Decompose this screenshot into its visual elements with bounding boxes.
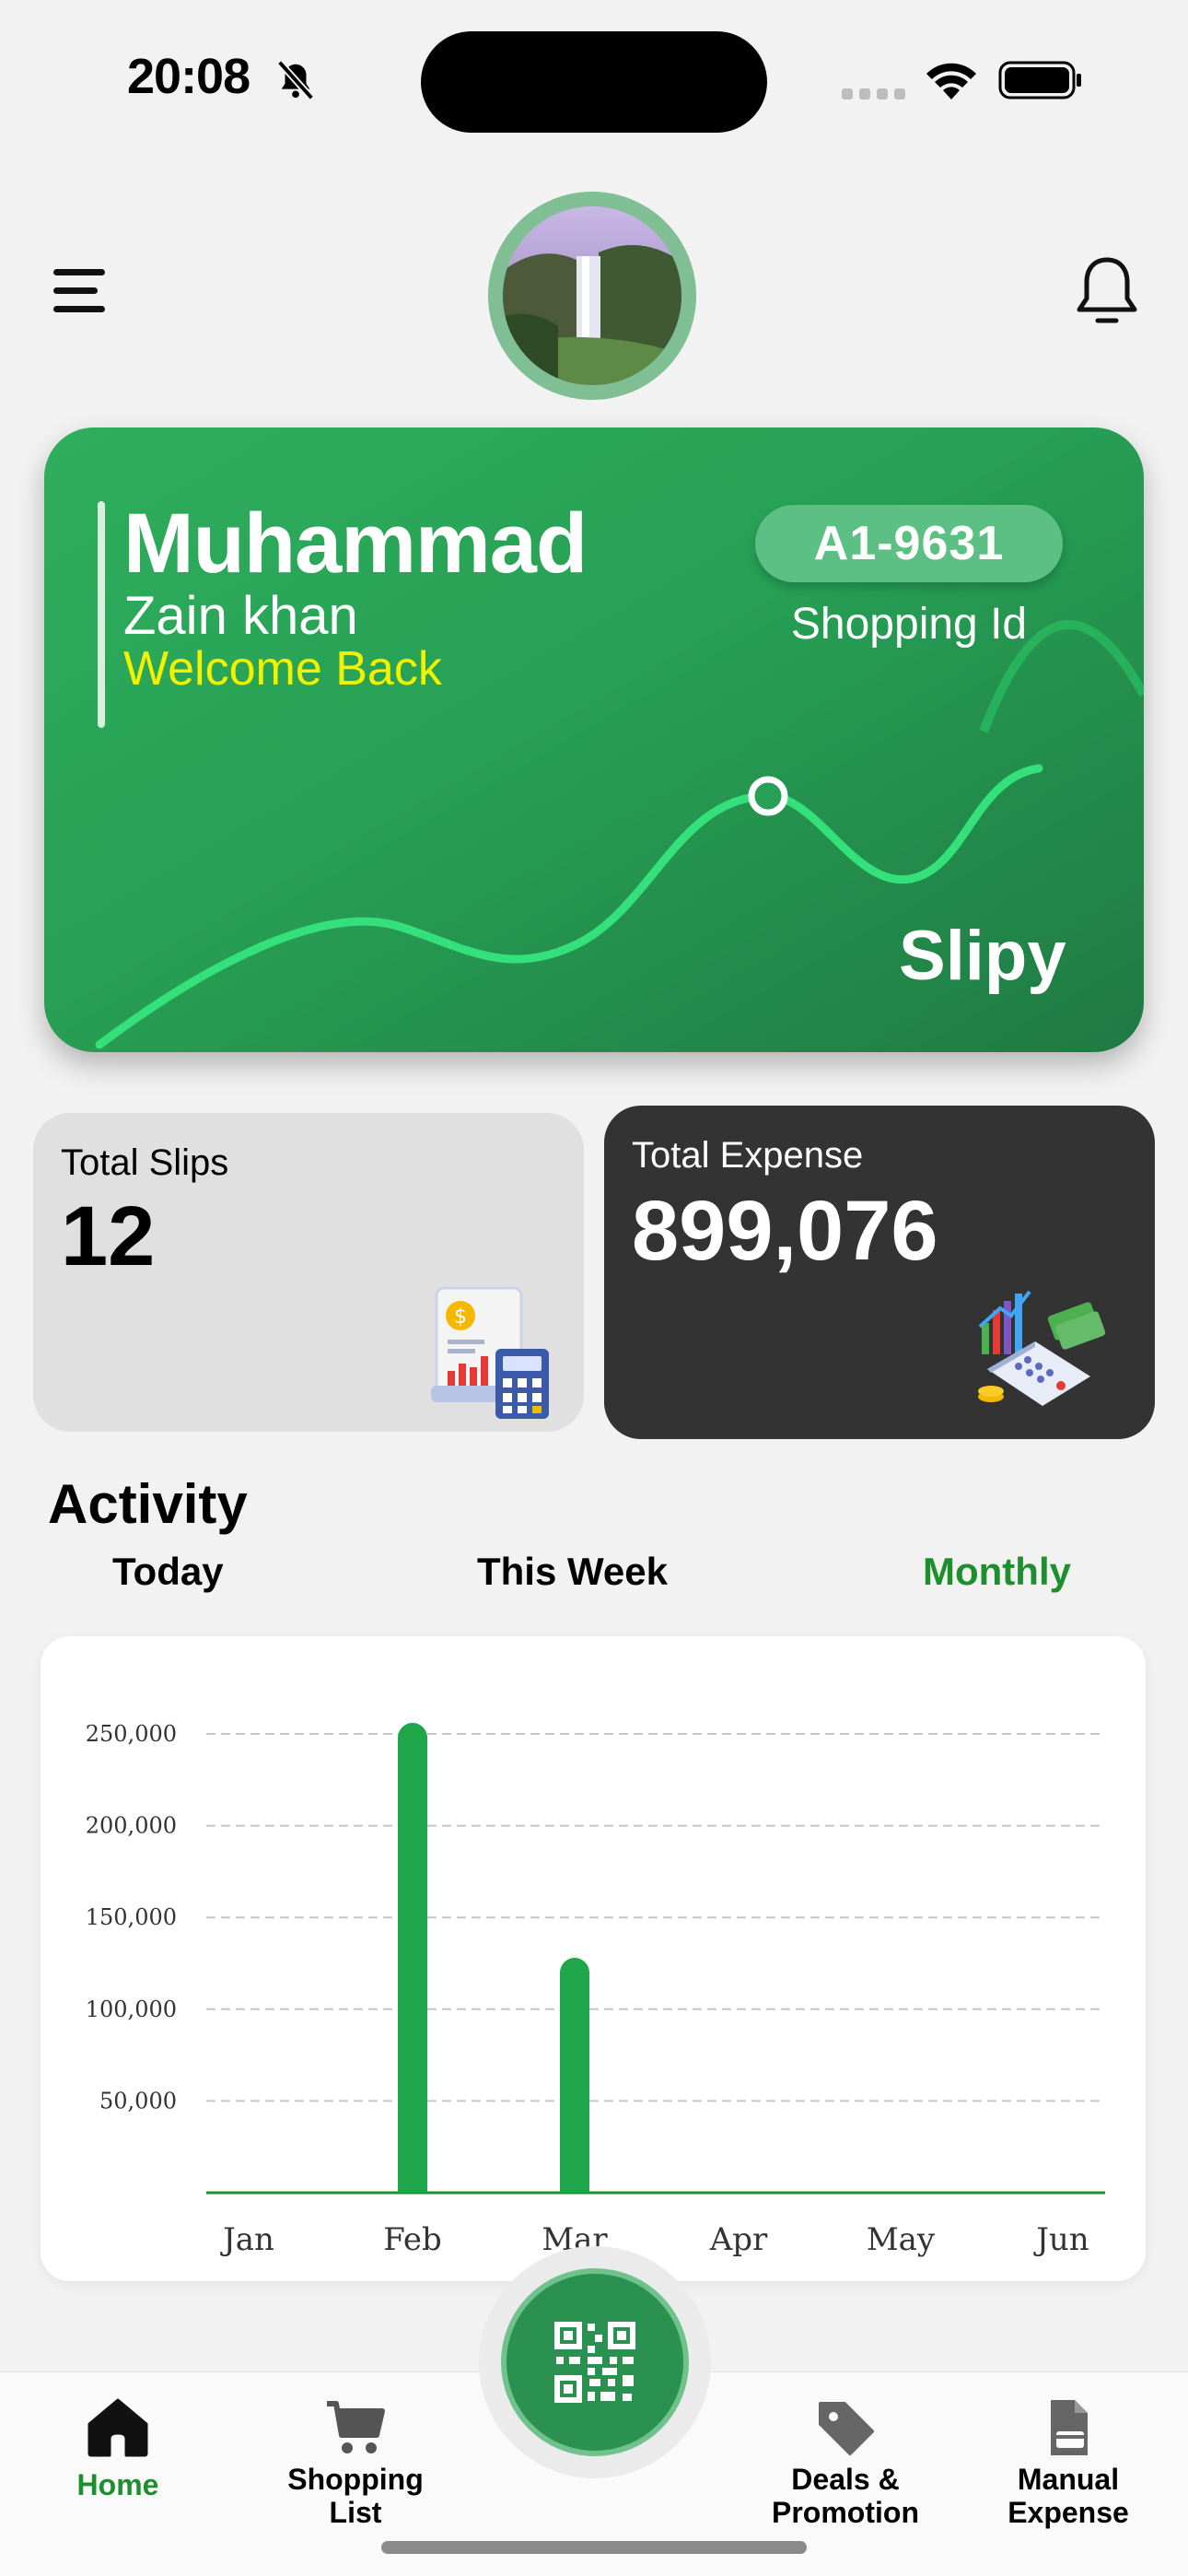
activity-title: Activity: [48, 1473, 248, 1535]
svg-text:$: $: [454, 1306, 467, 1329]
nav-manual-line2: Expense: [1007, 2496, 1129, 2529]
nav-home-label: Home: [76, 2468, 159, 2501]
qr-code-icon: [554, 2322, 635, 2403]
user-last-name: Zain khan: [123, 586, 358, 646]
brand-logo-text: Slipy: [899, 917, 1066, 995]
monthly-expense-chart: 50,000 100,000 150,000 200,000 250,000 Jan Feb…: [86, 1721, 1105, 2258]
receipt-calculator-icon: $: [431, 1286, 549, 1419]
nav-home[interactable]: Home: [53, 2372, 182, 2501]
nav-deals-line2: Promotion: [772, 2496, 919, 2529]
total-expense-label: Total Expense: [632, 1135, 864, 1176]
tab-today[interactable]: Today: [112, 1550, 224, 1594]
hamburger-icon[interactable]: [52, 267, 109, 315]
total-expense-value: 899,076: [632, 1184, 938, 1278]
total-expense-card[interactable]: Total Expense 899,076: [604, 1106, 1155, 1439]
total-slips-value: 12: [61, 1189, 156, 1283]
home-indicator: [381, 2541, 807, 2554]
y-tick-label: 250,000: [86, 1721, 177, 1747]
total-slips-card[interactable]: Total Slips 12 $: [33, 1113, 584, 1432]
total-slips-label: Total Slips: [61, 1142, 229, 1183]
tab-this-week[interactable]: This Week: [477, 1550, 668, 1594]
wifi-icon: [926, 63, 976, 100]
x-tick-label: Apr: [709, 2221, 768, 2258]
price-tag-icon: [819, 2402, 874, 2455]
x-tick-label: Jan: [220, 2221, 274, 2258]
y-tick-label: 100,000: [86, 1996, 177, 2022]
y-tick-label: 150,000: [86, 1904, 177, 1930]
x-tick-label: Feb: [383, 2221, 442, 2258]
activity-chart-card: 50,000 100,000 150,000 200,000 250,000 Jan Feb…: [41, 1636, 1146, 2281]
shopping-cart-icon: [327, 2401, 385, 2453]
nav-shopping-line1: Shopping: [287, 2463, 424, 2496]
chart-bar-feb: [398, 1723, 427, 2193]
calculator-money-icon: [978, 1290, 1106, 1406]
welcome-text: Welcome Back: [123, 642, 442, 696]
nav-manual-line1: Manual: [1017, 2463, 1120, 2496]
notification-bell-icon[interactable]: [1074, 254, 1140, 328]
status-time: 20:08: [127, 49, 250, 104]
user-first-name: Muhammad: [123, 497, 588, 591]
cellular-signal-icon: [842, 88, 905, 100]
scan-qr-inner: [501, 2268, 689, 2456]
nav-manual-expense[interactable]: Manual Expense: [995, 2372, 1142, 2529]
home-icon: [87, 2398, 148, 2457]
shopping-id-label: Shopping Id: [790, 600, 1028, 649]
tab-monthly[interactable]: Monthly: [923, 1550, 1071, 1594]
nav-shopping-list[interactable]: Shopping List: [273, 2372, 438, 2529]
profile-avatar[interactable]: [488, 192, 696, 400]
shopping-id-badge: A1-9631: [755, 505, 1063, 582]
profile-hero-card: Muhammad Zain khan Welcome Back A1-9631 …: [44, 427, 1144, 1052]
y-tick-label: 200,000: [86, 1813, 177, 1839]
nav-deals-line1: Deals &: [791, 2463, 900, 2496]
x-tick-label: Jun: [1033, 2221, 1089, 2258]
dynamic-island: [421, 31, 767, 133]
avatar-image: [503, 206, 681, 385]
nav-deals-promotion[interactable]: Deals & Promotion: [755, 2372, 936, 2529]
chart-bar-mar: [560, 1958, 589, 2193]
name-accent-bar: [98, 501, 105, 728]
y-tick-label: 50,000: [99, 2088, 177, 2113]
document-edit-icon: [1051, 2400, 1088, 2455]
nav-shopping-line2: List: [329, 2496, 382, 2529]
scan-qr-button[interactable]: [479, 2246, 711, 2478]
battery-icon: [998, 61, 1081, 100]
x-tick-label: May: [867, 2221, 936, 2258]
bell-slash-icon: [276, 60, 315, 100]
